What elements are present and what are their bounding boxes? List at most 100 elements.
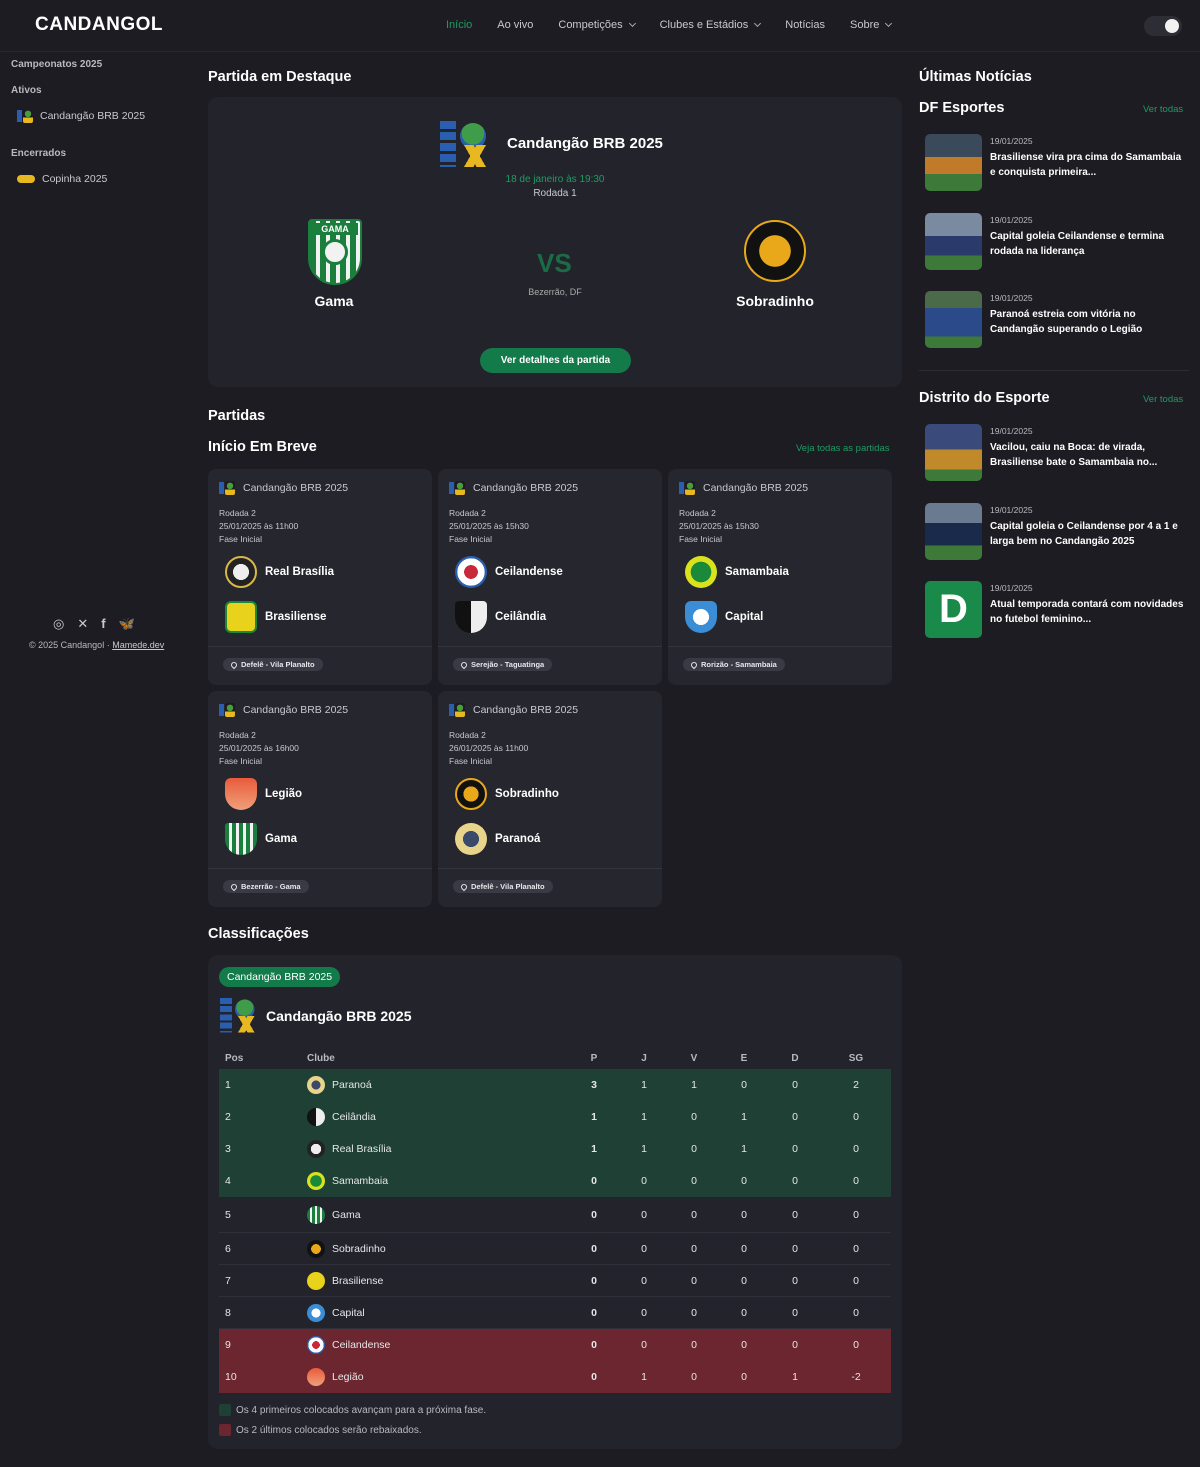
row-club: Brasiliense bbox=[307, 1265, 383, 1296]
news-item[interactable]: 19/01/2025 Brasiliense vira pra cima do … bbox=[925, 134, 1187, 192]
match-datetime: 25/01/2025 às 11h00 bbox=[219, 521, 299, 531]
club-crest-icon bbox=[307, 1108, 325, 1126]
match-card[interactable]: Candangão BRB 2025 Rodada 2 26/01/2025 às… bbox=[438, 691, 662, 907]
venue-badge: Serejão - Taguatinga bbox=[453, 658, 553, 671]
row-p: 0 bbox=[591, 1242, 597, 1255]
row-d: 0 bbox=[792, 1111, 798, 1123]
news-item[interactable]: D 19/01/2025 Atual temporada contará com… bbox=[925, 581, 1187, 639]
match-card[interactable]: Candangão BRB 2025 Rodada 2 25/01/2025 às… bbox=[208, 469, 432, 685]
instagram-icon[interactable]: ◎ bbox=[53, 616, 64, 632]
nav-clubes-estadios[interactable]: Clubes e Estádios bbox=[660, 19, 762, 31]
news-title: Capital goleia o Ceilandense por 4 a 1 e… bbox=[990, 521, 1178, 547]
row-pos: 8 bbox=[225, 1306, 231, 1319]
news-item[interactable]: 19/01/2025 Capital goleia Ceilandense e … bbox=[925, 213, 1187, 271]
candangao-logo-icon bbox=[440, 121, 492, 169]
away-team: Capital bbox=[685, 601, 763, 633]
bluesky-icon[interactable]: 🦋 bbox=[119, 616, 135, 632]
row-pos: 7 bbox=[225, 1274, 231, 1287]
top-navbar: CANDANGOL Início Ao vivo Competições Clu… bbox=[0, 0, 1200, 52]
divider bbox=[208, 868, 432, 869]
team-name: Real Brasília bbox=[265, 566, 335, 578]
match-details-button[interactable]: Ver detalhes da partida bbox=[480, 348, 631, 373]
nav-sobre-label: Sobre bbox=[850, 19, 880, 31]
match-round: Rodada 2 bbox=[679, 508, 716, 518]
match-card[interactable]: Candangão BRB 2025 Rodada 2 25/01/2025 às… bbox=[208, 691, 432, 907]
news-thumbnail bbox=[925, 213, 982, 270]
table-row[interactable]: 6 Sobradinho 0 0 0 0 0 0 bbox=[219, 1233, 891, 1265]
team-name: Ceilândia bbox=[495, 611, 547, 623]
sidebar-closed-label: Encerrados bbox=[11, 148, 67, 159]
site-logo[interactable]: CANDANGOL bbox=[35, 14, 163, 36]
home-team: Ceilandense bbox=[455, 556, 563, 588]
row-j: 0 bbox=[641, 1208, 647, 1221]
away-team: Ceilândia bbox=[455, 601, 546, 633]
mamede-link[interactable]: Mamede.dev bbox=[112, 640, 164, 650]
col-v: V bbox=[690, 1052, 698, 1064]
match-meta: Rodada 2 26/01/2025 às 11h00 Fase Inicial bbox=[449, 729, 528, 768]
see-all-matches-link[interactable]: Veja todas as partidas bbox=[796, 443, 889, 454]
nav-ao-vivo[interactable]: Ao vivo bbox=[497, 19, 533, 31]
nav-competicoes[interactable]: Competições bbox=[558, 19, 636, 31]
news-item[interactable]: 19/01/2025 Vacilou, caiu na Boca: de vir… bbox=[925, 424, 1187, 482]
row-v: 0 bbox=[691, 1242, 697, 1255]
table-row[interactable]: 3 Real Brasília 1 1 0 1 0 0 bbox=[219, 1133, 891, 1165]
match-datetime: 25/01/2025 às 15h30 bbox=[449, 521, 529, 531]
row-sg: 0 bbox=[853, 1339, 859, 1351]
row-j: 1 bbox=[641, 1079, 647, 1091]
news-thumbnail bbox=[925, 134, 982, 191]
table-body: 1 Paranoá 3 1 1 0 0 2 2 Ceilândia 1 1 0 1 0 0 3 Real Bras… bbox=[219, 1069, 891, 1393]
col-j: J bbox=[641, 1052, 647, 1064]
see-all-news-link[interactable]: Ver todas bbox=[1143, 104, 1183, 115]
x-icon[interactable]: ✕ bbox=[77, 616, 88, 632]
table-row[interactable]: 1 Paranoá 3 1 1 0 0 2 bbox=[219, 1069, 891, 1101]
row-p: 1 bbox=[591, 1111, 597, 1123]
news-date: 19/01/2025 bbox=[990, 136, 1033, 146]
table-row[interactable]: 9 Ceilandense 0 0 0 0 0 0 bbox=[219, 1329, 891, 1361]
row-e: 0 bbox=[741, 1208, 747, 1221]
competition-tab[interactable]: Candangão BRB 2025 bbox=[219, 967, 341, 987]
match-competition: Candangão BRB 2025 bbox=[703, 482, 809, 494]
match-phase: Fase Inicial bbox=[449, 756, 492, 766]
home-team: Real Brasília bbox=[225, 556, 334, 588]
match-meta: Rodada 2 25/01/2025 às 15h30 Fase Inicial bbox=[679, 507, 759, 546]
row-j: 0 bbox=[641, 1274, 647, 1287]
row-sg: 0 bbox=[853, 1143, 859, 1155]
sidebar-item-candangao[interactable]: Candangão BRB 2025 bbox=[17, 109, 145, 123]
divider bbox=[438, 646, 662, 647]
facebook-icon[interactable]: f bbox=[101, 616, 105, 632]
nav-sobre[interactable]: Sobre bbox=[850, 19, 893, 31]
table-row[interactable]: 4 Samambaia 0 0 0 0 0 0 bbox=[219, 1165, 891, 1197]
club-crest-icon bbox=[307, 1172, 325, 1190]
row-sg: 0 bbox=[853, 1306, 859, 1319]
match-phase: Fase Inicial bbox=[449, 534, 492, 544]
table-row[interactable]: 7 Brasiliense 0 0 0 0 0 0 bbox=[219, 1265, 891, 1297]
match-card[interactable]: Candangão BRB 2025 Rodada 2 25/01/2025 às… bbox=[438, 469, 662, 685]
relegate-swatch bbox=[219, 1424, 231, 1436]
table-row[interactable]: 8 Capital 0 0 0 0 0 0 bbox=[219, 1297, 891, 1329]
news-item[interactable]: 19/01/2025 Paranoá estreia com vitória n… bbox=[925, 291, 1187, 349]
table-row[interactable]: 10 Legião 0 1 0 0 1 -2 bbox=[219, 1361, 891, 1393]
row-pos: 9 bbox=[225, 1339, 231, 1351]
nav-noticias[interactable]: Notícias bbox=[785, 19, 825, 31]
match-competition: Candangão BRB 2025 bbox=[243, 704, 349, 716]
news-date: 19/01/2025 bbox=[990, 426, 1033, 436]
see-all-news-link[interactable]: Ver todas bbox=[1143, 394, 1183, 405]
match-meta: Rodada 2 25/01/2025 às 15h30 Fase Inicial bbox=[449, 507, 529, 546]
featured-away-team[interactable]: Sobradinho bbox=[695, 293, 855, 309]
sobradinho-crest-icon bbox=[744, 220, 806, 282]
venue-name: Defelê - Vila Planalto bbox=[471, 882, 545, 891]
theme-toggle[interactable] bbox=[1144, 16, 1182, 36]
nav-inicio[interactable]: Início bbox=[446, 19, 472, 31]
team-name: Gama bbox=[265, 833, 297, 845]
row-j: 1 bbox=[641, 1371, 647, 1383]
match-card[interactable]: Candangão BRB 2025 Rodada 2 25/01/2025 às… bbox=[668, 469, 892, 685]
match-phase: Fase Inicial bbox=[219, 756, 262, 766]
news-item[interactable]: 19/01/2025 Capital goleia o Ceilandense … bbox=[925, 503, 1187, 561]
row-club: Ceilandense bbox=[307, 1329, 390, 1361]
table-row[interactable]: 5 Gama 0 0 0 0 0 0 bbox=[219, 1197, 891, 1233]
match-phase: Fase Inicial bbox=[679, 534, 722, 544]
candangao-logo-icon bbox=[449, 703, 465, 717]
news-date: 19/01/2025 bbox=[990, 583, 1033, 593]
row-e: 0 bbox=[741, 1371, 747, 1383]
table-row[interactable]: 2 Ceilândia 1 1 0 1 0 0 bbox=[219, 1101, 891, 1133]
